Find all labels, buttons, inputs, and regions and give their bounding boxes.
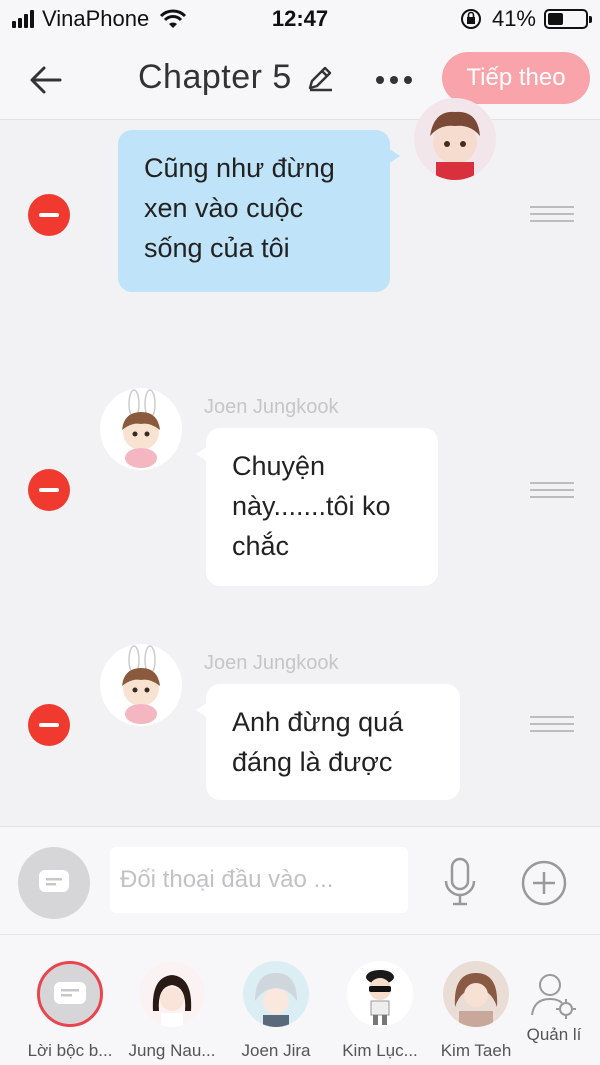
character-name: Jung Nau... xyxy=(128,1041,216,1060)
message-line: Anh đừng quá xyxy=(232,707,404,737)
avatar xyxy=(243,961,309,1027)
character-bar: Lời bộc b... Jung Nau... Joen Jira Kim L… xyxy=(0,934,600,1065)
plus-icon[interactable] xyxy=(520,859,568,907)
pencil-icon[interactable] xyxy=(304,62,336,94)
battery-fill xyxy=(548,13,563,25)
avatar xyxy=(139,961,205,1027)
header: Chapter 5 Tiếp theo xyxy=(0,40,600,120)
sender-name: Joen Jungkook xyxy=(204,396,339,418)
message-line: sống của tôi xyxy=(144,233,290,263)
message-line: Chuyện xyxy=(232,451,326,481)
sender-name: Joen Jungkook xyxy=(204,652,339,674)
character-name: Quản lí xyxy=(526,1025,582,1044)
drag-handle-icon[interactable] xyxy=(530,206,574,222)
avatar[interactable] xyxy=(100,644,182,726)
character-item[interactable]: Kim Lục... xyxy=(330,961,430,1061)
message-line: chắc xyxy=(232,531,290,561)
input-bar xyxy=(0,826,600,934)
character-name: Joen Jira xyxy=(241,1041,311,1060)
manage-user-icon xyxy=(531,974,576,1019)
avatar xyxy=(443,961,509,1027)
character-manage[interactable]: Quản lí xyxy=(504,971,600,1045)
back-arrow-icon[interactable] xyxy=(26,60,66,100)
avatar[interactable] xyxy=(414,98,496,180)
avatar xyxy=(347,961,413,1027)
character-item[interactable]: Jung Nau... xyxy=(122,961,222,1061)
dialog-mode-button[interactable] xyxy=(18,847,90,919)
character-narration[interactable]: Lời bộc b... xyxy=(20,961,120,1061)
avatar[interactable] xyxy=(100,388,182,470)
delete-button[interactable] xyxy=(28,194,70,236)
drag-handle-icon[interactable] xyxy=(530,482,574,498)
status-right: 41% xyxy=(460,6,592,32)
message-bubble[interactable]: Cũng như đừng xen vào cuộc sống của tôi xyxy=(118,130,400,292)
rotation-lock-icon xyxy=(460,9,481,29)
drag-handle-icon[interactable] xyxy=(530,716,574,732)
status-bar: VinaPhone 12:47 41% xyxy=(0,0,600,40)
battery-percent: 41% xyxy=(491,6,536,31)
page-title: Chapter 5 xyxy=(138,58,292,96)
message-line: xen vào cuộc xyxy=(144,193,304,223)
title-group[interactable]: Chapter 5 xyxy=(138,58,336,97)
message-line: này.......tôi ko xyxy=(232,491,391,521)
message-bubble[interactable]: Chuyện này.......tôi ko chắc xyxy=(196,428,438,586)
message-line: Cũng như đừng xyxy=(144,153,335,183)
next-button[interactable]: Tiếp theo xyxy=(442,52,590,104)
battery-icon xyxy=(544,9,592,29)
delete-button[interactable] xyxy=(28,469,70,511)
dialog-input[interactable] xyxy=(110,847,408,913)
chat-bubble-icon xyxy=(39,870,69,892)
character-item[interactable]: Joen Jira xyxy=(226,961,326,1061)
message-bubble[interactable]: Anh đừng quá đáng là được xyxy=(196,684,460,800)
microphone-icon[interactable] xyxy=(440,857,480,907)
narration-avatar xyxy=(37,961,103,1027)
message-line: đáng là được xyxy=(232,747,393,777)
more-icon[interactable] xyxy=(376,76,418,84)
character-name: Kim Lục... xyxy=(342,1041,418,1060)
character-name: Lời bộc b... xyxy=(27,1041,113,1060)
delete-button[interactable] xyxy=(28,704,70,746)
